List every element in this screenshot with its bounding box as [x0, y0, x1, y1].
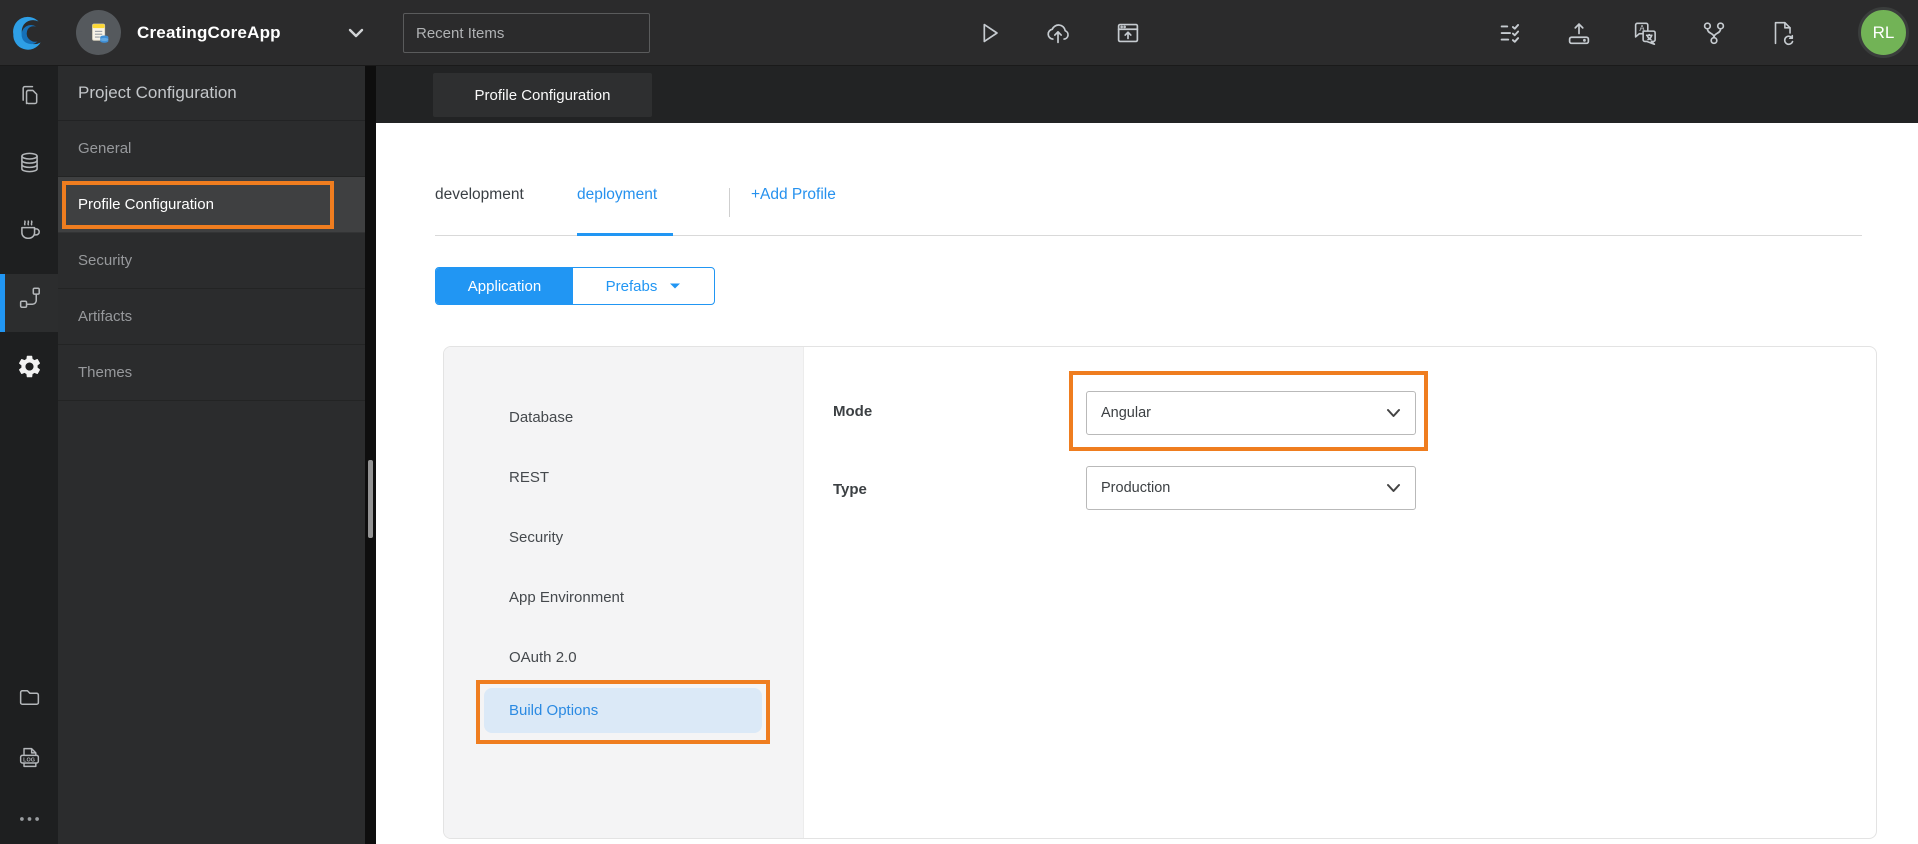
application-toggle-button[interactable]: Application: [436, 268, 573, 304]
settings-nav-panel: Database REST Security App Environment O…: [444, 347, 804, 838]
mode-select-chevron-down-icon: [1386, 408, 1401, 418]
more-options-icon[interactable]: [16, 814, 43, 824]
prefabs-label: Prefabs: [605, 277, 658, 295]
sidebar-scroll-track: [365, 66, 376, 844]
checklist-icon[interactable]: [1496, 18, 1526, 48]
export-release-icon[interactable]: [1564, 18, 1594, 48]
sidebar-item-profile-configuration[interactable]: Profile Configuration: [58, 177, 365, 233]
user-avatar[interactable]: RL: [1858, 7, 1909, 58]
active-tab-underline: [577, 233, 673, 236]
nav-item-oauth[interactable]: OAuth 2.0: [509, 649, 577, 666]
add-profile-button[interactable]: +Add Profile: [751, 186, 836, 204]
project-switcher-chevron-down-icon[interactable]: [346, 24, 366, 42]
run-app-icon[interactable]: [974, 18, 1004, 48]
tab-deployment[interactable]: deployment: [577, 186, 657, 204]
prefabs-caret-down-icon: [669, 282, 681, 290]
nav-item-database[interactable]: Database: [509, 409, 573, 426]
sidebar-item-themes[interactable]: Themes: [58, 345, 365, 401]
sidebar-title: Project Configuration: [58, 66, 365, 121]
sidebar-scrollbar-thumb[interactable]: [368, 460, 373, 538]
nav-item-rest[interactable]: REST: [509, 469, 549, 486]
mode-select[interactable]: Angular: [1086, 391, 1416, 435]
deploy-cloud-upload-icon[interactable]: [1043, 18, 1073, 48]
wavemaker-logo-icon: [7, 11, 49, 53]
sidebar-item-security[interactable]: Security: [58, 233, 365, 289]
orchestration-icon[interactable]: [16, 284, 43, 311]
prefabs-toggle-button[interactable]: Prefabs: [573, 268, 714, 304]
nav-item-security[interactable]: Security: [509, 529, 563, 546]
sidebar-item-artifacts[interactable]: Artifacts: [58, 289, 365, 345]
type-select-value: Production: [1101, 480, 1171, 496]
tab-profile-configuration[interactable]: Profile Configuration: [433, 73, 652, 117]
topbar: CreatingCoreApp Recent Items A RL: [0, 0, 1918, 66]
file-sync-icon[interactable]: [1768, 18, 1798, 48]
rail-active-indicator: [0, 274, 5, 332]
build-options-card: Database REST Security App Environment O…: [443, 346, 1877, 839]
recent-items-input[interactable]: [403, 13, 650, 53]
vcs-branch-icon[interactable]: [1699, 18, 1729, 48]
settings-gear-icon[interactable]: [16, 353, 43, 380]
scope-toggle: Application Prefabs: [435, 267, 715, 305]
database-icon[interactable]: [16, 149, 43, 176]
pages-icon[interactable]: [16, 82, 43, 109]
project-name[interactable]: CreatingCoreApp: [137, 0, 281, 66]
nav-item-build-options[interactable]: Build Options: [484, 688, 762, 733]
left-rail: [0, 66, 58, 844]
svg-text:LOG: LOG: [23, 757, 35, 763]
nav-item-app-environment[interactable]: App Environment: [509, 589, 624, 606]
app-preview-window-icon[interactable]: [1113, 18, 1143, 48]
type-select-chevron-down-icon: [1386, 483, 1401, 493]
project-avatar[interactable]: [76, 10, 121, 55]
mode-label: Mode: [833, 403, 873, 420]
file-explorer-folder-icon[interactable]: [16, 684, 43, 711]
type-select[interactable]: Production: [1086, 466, 1416, 510]
mode-select-value: Angular: [1101, 405, 1151, 421]
sidebar-item-general[interactable]: General: [58, 121, 365, 177]
tabs-divider: [729, 188, 730, 217]
app-logs-icon[interactable]: LOG: [16, 744, 43, 771]
java-services-icon[interactable]: [16, 215, 43, 242]
translate-language-icon[interactable]: A: [1630, 18, 1660, 48]
tab-development[interactable]: development: [435, 186, 524, 204]
wavemaker-studio-window: CreatingCoreApp Recent Items A RL LOG Pr…: [0, 0, 1918, 844]
project-configuration-sidebar: Project Configuration General Profile Co…: [58, 66, 365, 844]
type-label: Type: [833, 481, 867, 498]
